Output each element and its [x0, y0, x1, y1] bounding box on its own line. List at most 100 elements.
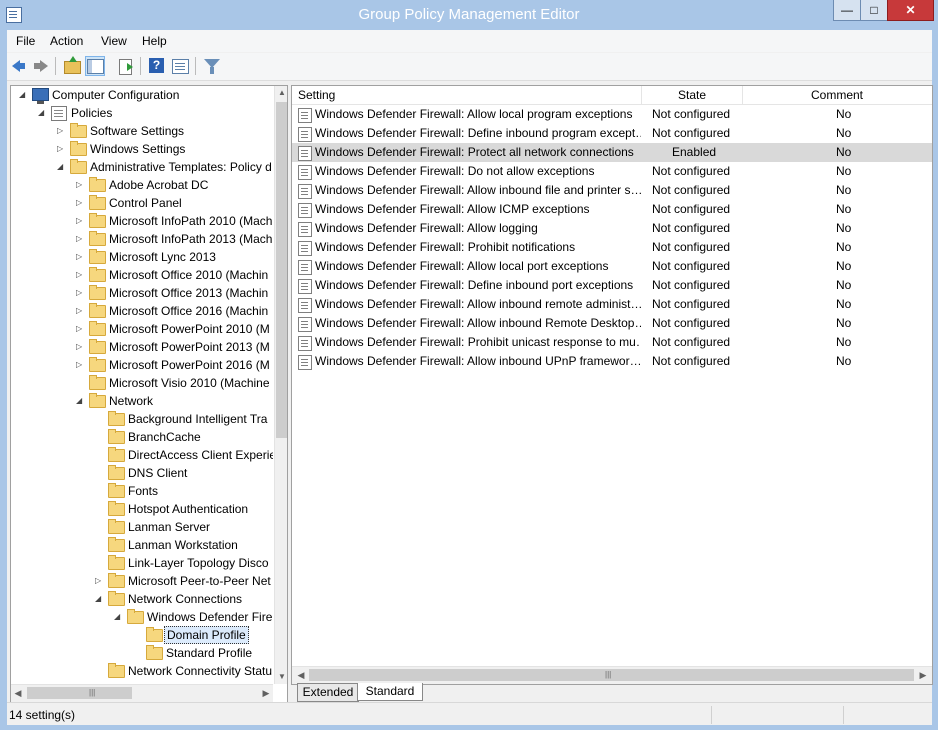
scroll-up-icon[interactable]: ▲	[275, 86, 287, 100]
tree-item[interactable]: Background Intelligent Tra	[11, 410, 273, 428]
show-hide-console-tree-button[interactable]	[85, 56, 105, 76]
tree-item[interactable]: ◢ Administrative Templates: Policy d	[11, 158, 273, 176]
close-button[interactable]: ✕	[887, 0, 934, 21]
list-hscroll-thumb[interactable]: |||	[309, 669, 914, 681]
scroll-right-icon[interactable]: ▶	[259, 686, 273, 700]
tree-vertical-scrollbar[interactable]: ▲ ▼	[274, 86, 287, 684]
tree-item[interactable]: ◢ Windows Defender Fire	[11, 608, 273, 626]
expand-arrow-icon[interactable]: ▷	[76, 230, 85, 248]
tree-item[interactable]: BranchCache	[11, 428, 273, 446]
expand-arrow-icon[interactable]: ▷	[57, 140, 66, 158]
column-header-comment[interactable]: Comment	[742, 86, 932, 104]
tree-item[interactable]: Lanman Server	[11, 518, 273, 536]
tree-item[interactable]: ◢ Policies	[11, 104, 273, 122]
tree-item[interactable]: ▷ Microsoft PowerPoint 2016 (M	[11, 356, 273, 374]
tree-item[interactable]: Lanman Workstation	[11, 536, 273, 554]
collapse-arrow-icon[interactable]: ◢	[57, 158, 66, 176]
scroll-left-icon[interactable]: ◀	[11, 686, 25, 700]
expand-arrow-icon[interactable]: ▷	[76, 284, 85, 302]
tree-item[interactable]: ▷ Adobe Acrobat DC	[11, 176, 273, 194]
table-row[interactable]: Windows Defender Firewall: Allow logging…	[292, 219, 932, 238]
filter-button[interactable]	[203, 57, 221, 75]
collapse-arrow-icon[interactable]: ◢	[95, 590, 104, 608]
table-row[interactable]: Windows Defender Firewall: Allow inbound…	[292, 295, 932, 314]
table-row[interactable]: Windows Defender Firewall: Allow ICMP ex…	[292, 200, 932, 219]
table-row[interactable]: Windows Defender Firewall: Protect all n…	[292, 143, 932, 162]
tree-item[interactable]: Hotspot Authentication	[11, 500, 273, 518]
collapse-arrow-icon[interactable]: ◢	[38, 104, 47, 122]
tree-item[interactable]: ▷ Microsoft InfoPath 2010 (Mach	[11, 212, 273, 230]
collapse-arrow-icon[interactable]: ◢	[76, 392, 85, 410]
column-header-setting[interactable]: Setting	[292, 86, 642, 104]
table-row[interactable]: Windows Defender Firewall: Allow local p…	[292, 257, 932, 276]
tree-item[interactable]: ▷ Windows Settings	[11, 140, 273, 158]
export-list-button[interactable]	[117, 57, 135, 75]
menu-view[interactable]: View	[101, 34, 127, 48]
table-row[interactable]: Windows Defender Firewall: Define inboun…	[292, 276, 932, 295]
tree-vscroll-thumb[interactable]	[276, 102, 287, 438]
table-row[interactable]: Windows Defender Firewall: Define inboun…	[292, 124, 932, 143]
expand-arrow-icon[interactable]: ▷	[57, 122, 66, 140]
help-button[interactable]: ?	[148, 57, 166, 75]
tree-item[interactable]: ▷ Microsoft Office 2016 (Machin	[11, 302, 273, 320]
minimize-button[interactable]: —	[833, 0, 861, 21]
expand-arrow-icon[interactable]: ▷	[76, 320, 85, 338]
tree-item[interactable]: ▷ Control Panel	[11, 194, 273, 212]
tree-item[interactable]: Network Connectivity Statu	[11, 662, 273, 680]
back-button[interactable]	[10, 57, 28, 75]
table-row[interactable]: Windows Defender Firewall: Allow inbound…	[292, 352, 932, 371]
properties-button[interactable]	[171, 57, 189, 75]
table-row[interactable]: Windows Defender Firewall: Do not allow …	[292, 162, 932, 181]
tree-horizontal-scrollbar[interactable]: ◀ ||| ▶	[11, 684, 273, 702]
expand-arrow-icon[interactable]: ▷	[95, 572, 104, 590]
tree-item[interactable]: ◢ Network	[11, 392, 273, 410]
table-row[interactable]: Windows Defender Firewall: Allow inbound…	[292, 181, 932, 200]
table-row[interactable]: Windows Defender Firewall: Allow local p…	[292, 105, 932, 124]
table-row[interactable]: Windows Defender Firewall: Prohibit unic…	[292, 333, 932, 352]
tree-hscroll-thumb[interactable]: |||	[27, 687, 132, 699]
forward-button[interactable]	[32, 57, 50, 75]
expand-arrow-icon[interactable]: ▷	[76, 194, 85, 212]
list-horizontal-scrollbar[interactable]: ◀ ||| ▶	[292, 666, 932, 684]
expand-arrow-icon[interactable]: ▷	[76, 338, 85, 356]
title-bar[interactable]: Group Policy Management Editor — □ ✕	[0, 0, 938, 30]
up-one-level-button[interactable]	[63, 56, 81, 75]
tree-item[interactable]: ▷ Microsoft Office 2013 (Machin	[11, 284, 273, 302]
tree-item[interactable]: ▷ Microsoft Peer-to-Peer Net	[11, 572, 273, 590]
tab-standard[interactable]: Standard	[357, 683, 423, 701]
menu-help[interactable]: Help	[142, 34, 167, 48]
expand-arrow-icon[interactable]: ▷	[76, 176, 85, 194]
tree-item[interactable]: ▷ Microsoft PowerPoint 2013 (M	[11, 338, 273, 356]
tree-item[interactable]: ▷ Microsoft Lync 2013	[11, 248, 273, 266]
column-header-state[interactable]: State	[642, 86, 743, 104]
scroll-right-icon[interactable]: ▶	[916, 668, 930, 682]
tree-item[interactable]: Microsoft Visio 2010 (Machine	[11, 374, 273, 392]
tree-item[interactable]: ▷ Software Settings	[11, 122, 273, 140]
tree-item[interactable]: DirectAccess Client Experie	[11, 446, 273, 464]
menu-file[interactable]: File	[16, 34, 35, 48]
tab-extended[interactable]: Extended	[297, 683, 359, 702]
collapse-arrow-icon[interactable]: ◢	[114, 608, 123, 626]
tree-item[interactable]: Domain Profile	[11, 626, 273, 644]
menu-action[interactable]: Action	[50, 34, 83, 48]
scroll-left-icon[interactable]: ◀	[294, 668, 308, 682]
tree-item[interactable]: Link-Layer Topology Disco	[11, 554, 273, 572]
tree-item[interactable]: ▷ Microsoft PowerPoint 2010 (M	[11, 320, 273, 338]
tree-item[interactable]: ▷ Microsoft Office 2010 (Machin	[11, 266, 273, 284]
tree-item[interactable]: ◢ Computer Configuration	[11, 86, 273, 104]
tree-item[interactable]: ▷ Microsoft InfoPath 2013 (Mach	[11, 230, 273, 248]
tree-item[interactable]: Standard Profile	[11, 644, 273, 662]
expand-arrow-icon[interactable]: ▷	[76, 356, 85, 374]
expand-arrow-icon[interactable]: ▷	[76, 266, 85, 284]
collapse-arrow-icon[interactable]: ◢	[19, 86, 28, 104]
tree-item[interactable]: Fonts	[11, 482, 273, 500]
expand-arrow-icon[interactable]: ▷	[76, 212, 85, 230]
scroll-down-icon[interactable]: ▼	[275, 670, 287, 684]
tree-item[interactable]: DNS Client	[11, 464, 273, 482]
table-row[interactable]: Windows Defender Firewall: Allow inbound…	[292, 314, 932, 333]
maximize-button[interactable]: □	[860, 0, 888, 21]
expand-arrow-icon[interactable]: ▷	[76, 248, 85, 266]
tree-item[interactable]: ◢ Network Connections	[11, 590, 273, 608]
expand-arrow-icon[interactable]: ▷	[76, 302, 85, 320]
table-row[interactable]: Windows Defender Firewall: Prohibit noti…	[292, 238, 932, 257]
